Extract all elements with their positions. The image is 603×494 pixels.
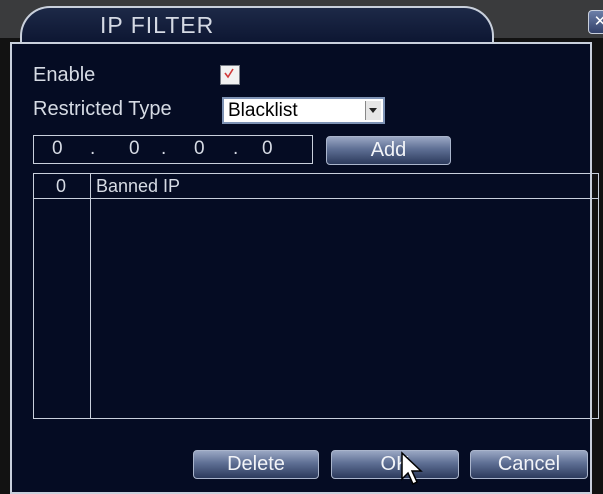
ip-address-input[interactable]: 0 . 0 . 0 . 0	[33, 135, 313, 164]
window-title: IP FILTER	[100, 12, 215, 38]
cancel-button[interactable]: Cancel	[470, 450, 588, 479]
chevron-down-icon[interactable]	[365, 101, 381, 120]
enable-label: Enable	[33, 64, 96, 86]
ip-separator: .	[90, 138, 96, 159]
ip-octet-1[interactable]: 0	[52, 138, 63, 160]
add-button[interactable]: Add	[326, 136, 451, 165]
close-button[interactable]: ✕	[588, 10, 603, 34]
restricted-type-value: Blacklist	[228, 100, 298, 121]
list-header: 0 Banned IP	[34, 174, 598, 199]
ip-separator: .	[233, 138, 239, 159]
restricted-type-label: Restricted Type	[33, 98, 172, 120]
close-icon: ✕	[593, 13, 603, 30]
mouse-pointer-icon	[401, 451, 423, 486]
restricted-type-select[interactable]: Blacklist	[222, 97, 385, 124]
ip-separator: .	[161, 138, 167, 159]
title-tab: IP FILTER	[20, 6, 494, 46]
delete-button[interactable]: Delete	[193, 450, 319, 479]
check-icon	[224, 68, 234, 79]
ok-button[interactable]: OK	[331, 450, 459, 479]
banned-ip-list[interactable]: 0 Banned IP	[33, 173, 599, 419]
ip-octet-2[interactable]: 0	[129, 138, 140, 160]
column-header-banned-ip: Banned IP	[96, 176, 181, 196]
ip-octet-3[interactable]: 0	[194, 138, 205, 160]
enable-checkbox[interactable]	[220, 65, 240, 85]
ip-octet-4[interactable]: 0	[262, 138, 273, 160]
column-divider	[90, 174, 91, 418]
column-header-index: 0	[56, 176, 67, 196]
